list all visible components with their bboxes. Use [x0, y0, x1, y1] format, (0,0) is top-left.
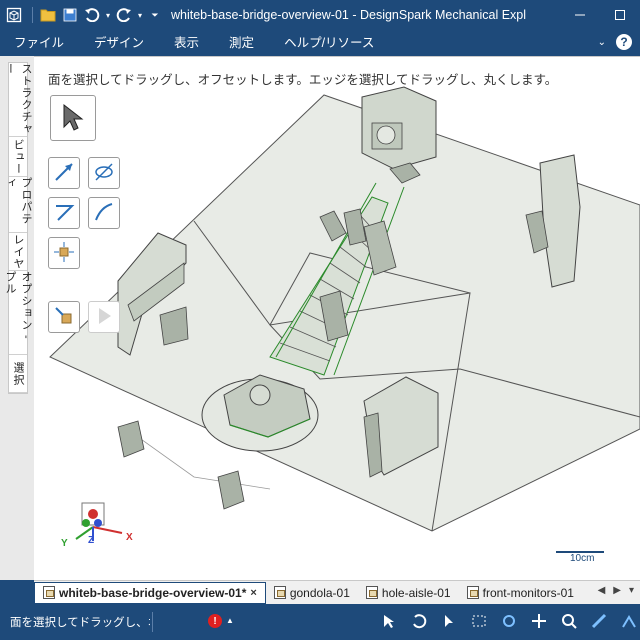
play-icon [93, 305, 115, 330]
home-view-icon[interactable] [620, 612, 638, 630]
doc-tab-label: whiteb-base-bridge-overview-01* [59, 585, 247, 600]
error-dropdown-icon[interactable]: ▲ [226, 616, 234, 625]
document-icon [365, 586, 378, 599]
save-icon[interactable] [59, 0, 81, 30]
view-direction-icon[interactable] [590, 612, 608, 630]
document-icon [43, 586, 55, 599]
redo-dropdown-icon[interactable]: ▾ [135, 0, 145, 30]
pointer-icon[interactable] [440, 612, 458, 630]
rotate-icon[interactable] [410, 612, 428, 630]
pan-icon[interactable] [530, 612, 548, 630]
menu-bar: ファイル デザイン 表示 測定 ヘルプ/リソース ⌄ ? [0, 30, 640, 56]
undo-dropdown-icon[interactable]: ▾ [103, 0, 113, 30]
tab-properties[interactable]: プロパティ [4, 177, 32, 233]
close-tab-icon[interactable]: × [250, 587, 256, 599]
play-tool-button[interactable] [88, 301, 120, 333]
maximize-icon[interactable] [600, 0, 640, 30]
move-tool-button[interactable] [88, 157, 120, 189]
doc-tab-gondola[interactable]: gondola-01 [266, 582, 358, 604]
tab-list-icon[interactable]: ▾ [629, 585, 634, 596]
tab-selection[interactable]: 選択 [9, 355, 27, 393]
select-mode-icon[interactable] [380, 612, 398, 630]
status-divider [152, 612, 153, 632]
tab-scroll-right-icon[interactable]: ▶ [613, 585, 621, 596]
app-icon[interactable] [0, 0, 28, 30]
combine-tool-button[interactable] [48, 197, 80, 229]
scale-label: 10cm [570, 553, 595, 564]
axis-z-label: Z [88, 535, 95, 546]
blend-tool-button[interactable] [88, 197, 120, 229]
pull-tool-button[interactable] [48, 157, 80, 189]
menu-view[interactable]: 表示 [160, 30, 215, 56]
hint-text: 面を選択してドラッグし、オフセットします。エッジを選択してドラッグし、丸くします… [48, 73, 558, 87]
axis-y-label: Y [61, 538, 68, 549]
window-title: whiteb-base-bridge-overview-01 - DesignS… [171, 8, 526, 22]
tweak-tool-button[interactable] [48, 301, 80, 333]
minimize-icon[interactable] [560, 0, 600, 30]
help-icon[interactable]: ? [616, 34, 632, 50]
status-bar: 面を選択してドラッグし、オ ! ▲ [0, 604, 640, 640]
select-tool-button[interactable] [50, 95, 96, 141]
box-select-icon[interactable] [470, 612, 488, 630]
orbit-icon[interactable] [500, 612, 518, 630]
tab-scroll-left-icon[interactable]: ◀ [598, 585, 606, 596]
doc-tab-label: gondola-01 [289, 585, 350, 600]
menu-design[interactable]: デザイン [80, 30, 160, 56]
doc-tab-label: front-monitors-01 [482, 585, 574, 600]
pull-arrow-icon [53, 161, 75, 186]
move-rotate-icon [93, 161, 115, 186]
blend-icon [93, 201, 115, 226]
tab-view[interactable]: ビュー [9, 137, 27, 177]
doc-tab-bridge-overview[interactable]: whiteb-base-bridge-overview-01* × [34, 581, 266, 604]
axis-triad-icon [75, 502, 123, 541]
doc-tab-front-monitors[interactable]: front-monitors-01 [459, 582, 582, 604]
open-folder-icon[interactable] [37, 0, 59, 30]
menu-help[interactable]: ヘルプ/リソース [270, 30, 390, 56]
undo-icon[interactable] [81, 0, 103, 30]
document-tabs: whiteb-base-bridge-overview-01* × gondol… [34, 580, 640, 604]
cursor-arrow-icon [60, 103, 86, 134]
error-icon[interactable]: ! [208, 614, 222, 628]
menu-file[interactable]: ファイル [0, 30, 80, 56]
3d-viewport[interactable]: 面を選択してドラッグし、オフセットします。エッジを選択してドラッグし、丸くします… [34, 56, 640, 580]
document-icon [466, 586, 479, 599]
axis-x-label: X [126, 532, 133, 543]
tab-structure[interactable]: ストラクチャー [4, 63, 32, 137]
redo-icon[interactable] [113, 0, 135, 30]
side-panel-tabs: ストラクチャー ビュー プロパティ レイヤ オプション - プル 選択 [0, 56, 34, 580]
title-bar: ▾ ▾ ⏷ whiteb-base-bridge-overview-01 - D… [0, 0, 640, 30]
customize-toolbar-icon[interactable]: ⏷ [145, 0, 165, 30]
fill-tool-button[interactable] [48, 237, 80, 269]
tab-options-pull[interactable]: オプション - プル [4, 271, 32, 355]
doc-tab-hole-aisle[interactable]: hole-aisle-01 [358, 582, 459, 604]
status-message: 面を選択してドラッグし、オ [10, 617, 150, 629]
combine-icon [53, 201, 75, 226]
tweak-box-icon [53, 305, 75, 330]
tab-layers[interactable]: レイヤ [9, 233, 27, 271]
zoom-icon[interactable] [560, 612, 578, 630]
fill-box-icon [53, 241, 75, 266]
document-icon [273, 586, 286, 599]
doc-tab-label: hole-aisle-01 [381, 585, 451, 600]
ribbon-toggle-icon[interactable]: ⌄ [598, 37, 606, 48]
menu-measure[interactable]: 測定 [215, 30, 270, 56]
